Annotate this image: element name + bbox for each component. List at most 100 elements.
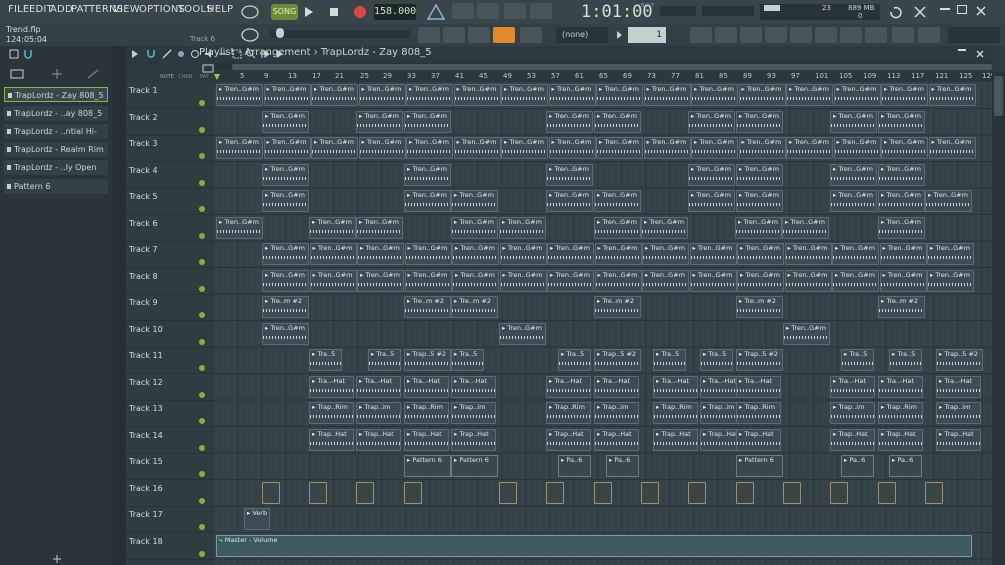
playlist-clip[interactable]: ▸ Pa..6 [889,455,922,477]
magnet-icon[interactable] [22,48,34,60]
playlist-clip[interactable]: ▸ Tren..G#m [309,243,357,265]
playlist-clip[interactable]: ▸ Tren..G#m [596,137,643,159]
move-icon[interactable] [50,68,64,80]
playlist-clip[interactable]: ▸ Tren..G#m [688,190,735,212]
playlist-clip[interactable]: ▸ Tren..G#m [404,110,451,133]
playlist-clip[interactable]: ▸ Tren..G#m [736,110,783,133]
playlist-clip[interactable]: ▸ Tren..G#m [311,137,358,159]
playlist-clip[interactable]: ▸ Tren..G#m [735,216,782,239]
playlist-clip[interactable]: ▸ Tren..G#m [691,84,738,106]
playlist-clip[interactable]: ▸ Tren..G#m [643,137,691,159]
track-mute-led[interactable] [199,206,205,212]
playlist-clip[interactable]: ▸ Trap..Hat [309,428,354,451]
playlist-clip[interactable]: ▸ Tren..G#m [736,190,783,212]
browser-item[interactable]: TrapLordz - ..ntial Hi-Hat [4,124,108,151]
piano-roll-button[interactable] [690,27,712,43]
playlist-clip[interactable]: ▸ Trap..Hat [830,428,875,451]
playlist-clip[interactable]: ▸ Tren..G#m [925,190,972,212]
undo-icon[interactable] [887,4,903,20]
playlist-clip[interactable]: ▸ Tren..G#m [406,84,453,106]
chevron-right-icon[interactable] [614,28,624,42]
playlist-clip[interactable]: ▸ Tren..G#m [451,190,498,212]
track-mute-led[interactable] [199,550,205,557]
track-header[interactable]: Track 18 [126,533,214,560]
playlist-clip[interactable]: ▸ Tren..G#m [927,269,974,292]
track-header[interactable]: Track 17 [126,506,214,533]
curve-icon[interactable] [86,68,100,80]
blend-notes-button[interactable] [530,3,552,19]
browser-item[interactable]: TrapLordz - ..ay 808_5 #2 [4,106,108,133]
playlist-clip[interactable]: ▸ Trap..Hat [546,428,591,451]
playlist-clip[interactable]: ▸ Tren..G#m [357,269,404,292]
track-mute-led[interactable] [199,444,205,451]
playlist-clip[interactable]: ▸ Tren..G#m [499,322,546,345]
playlist-clip[interactable]: ▸ Trap..Hat [936,428,981,451]
track-mute-led[interactable] [199,153,205,159]
playlist-clip[interactable]: ▸ Trap..Hat [653,428,698,451]
playlist-clip[interactable]: ▸ Tren..G#m [879,243,927,265]
playlist-clip[interactable]: ▸ Tra..-Hat [546,375,591,398]
playlist-clip[interactable]: ▸ Tren..G#m [689,269,737,292]
playlist-clip[interactable] [783,481,801,504]
playlist-clip[interactable]: ▸ Tren..G#m [782,216,829,239]
playlist-clip[interactable]: ▸ Tra..-Hat [309,375,354,398]
playlist-clip[interactable]: ▸ Tren..G#m [737,269,784,292]
horizontal-scrollbar[interactable] [214,63,992,71]
minimize-icon[interactable] [940,8,950,10]
playlist-clip[interactable]: ▸ Trap..Rim [546,402,591,424]
playlist-clip[interactable]: ▸ Tra..5 [653,349,686,371]
track-header[interactable]: Track 10 [126,321,214,348]
keyboard-icon[interactable] [10,68,24,80]
playlist-clip[interactable]: ▸ Tre..m #2 [451,296,498,318]
track-header[interactable]: Track 9 [126,294,214,321]
horizontal-scroll-thumb[interactable] [232,64,992,70]
playlist-clip[interactable]: ▸ Tren..G#m [786,84,833,106]
playlist-clip[interactable]: ▸ Tren..G#m [641,216,688,239]
arrangement-grid[interactable]: ▸ Tren..G#m ▸ Tren..G#m ▸ Tren..G#m ▸ Tren.… [214,82,992,565]
playlist-clip[interactable]: ▸ Tren..G#m [691,137,738,159]
playlist-clip[interactable]: ▸ Tra..-Hat [936,375,981,398]
playlist-clip[interactable]: ▸ Trap..Hat [451,428,496,451]
track-mute-led[interactable] [199,126,205,133]
plugin-button[interactable] [765,27,787,43]
playlist-clip[interactable]: ▸ Trap..Hat [356,428,401,451]
track-mute-led[interactable] [199,259,205,265]
playlist-clip[interactable]: ▸ Tren..G#m [451,216,498,239]
pattern-song-toggle-icon[interactable] [240,4,260,20]
playlist-clip[interactable] [688,481,706,504]
wait-record-button[interactable] [452,3,474,19]
stamp-button[interactable] [520,27,542,43]
shop-button[interactable] [918,27,940,43]
track-header[interactable]: Track 16 [126,480,214,507]
track-header[interactable]: Track 3 [126,135,214,162]
playlist-clip[interactable]: ▸ Tren..G#m [356,110,403,133]
playlist-clip[interactable]: ▸ Tren..G#m [216,137,263,159]
playlist-clip[interactable]: ▸ Verb [244,508,270,530]
playlist-clip[interactable]: ▸ Tren..G#m [830,110,877,133]
playlist-clip[interactable]: ▸ Trap..Rim [309,402,354,424]
playlist-clip[interactable] [499,481,517,504]
metronome-icon[interactable] [425,3,447,21]
playlist-clip[interactable]: ▸ Tren..G#m [928,137,976,159]
playlist-clip[interactable]: ▸ Tra..-Hat [356,375,401,398]
playlist-clip[interactable]: ▸ Tren..G#m [263,137,311,159]
playlist-clip[interactable]: ▸ Pa..6 [558,455,591,477]
tempo-display[interactable]: 158.000 [374,4,416,20]
track-mute-led[interactable] [199,524,205,530]
playlist-clip[interactable]: ▸ Tra..5 [451,349,484,371]
playlist-clip[interactable]: ▸ Tra..-Hat [878,375,923,398]
piano-icon[interactable] [202,64,214,73]
menu-file[interactable]: FILE [8,4,29,15]
playlist-clip[interactable]: ▸ Tren..G#m [879,269,927,292]
playlist-clip[interactable] [546,481,564,504]
vertical-scroll-thumb[interactable] [994,76,1003,116]
playlist-clip[interactable]: ▸ Tra..5 [309,349,342,371]
record-icon[interactable] [352,4,368,20]
playlist-clip[interactable]: ▸ Trap..im [830,402,875,424]
pencil-icon[interactable] [162,49,172,59]
playlist-clip[interactable]: ▸ Trap..Rim [404,402,449,424]
channel-rack-button[interactable] [715,27,737,43]
playlist-clip[interactable]: ▸ Tren..G#m [878,163,925,186]
playlist-clip[interactable]: ▸ Trap..5 #2 [736,349,783,371]
playlist-clip[interactable]: ▸ Pattern 6 [404,455,451,477]
